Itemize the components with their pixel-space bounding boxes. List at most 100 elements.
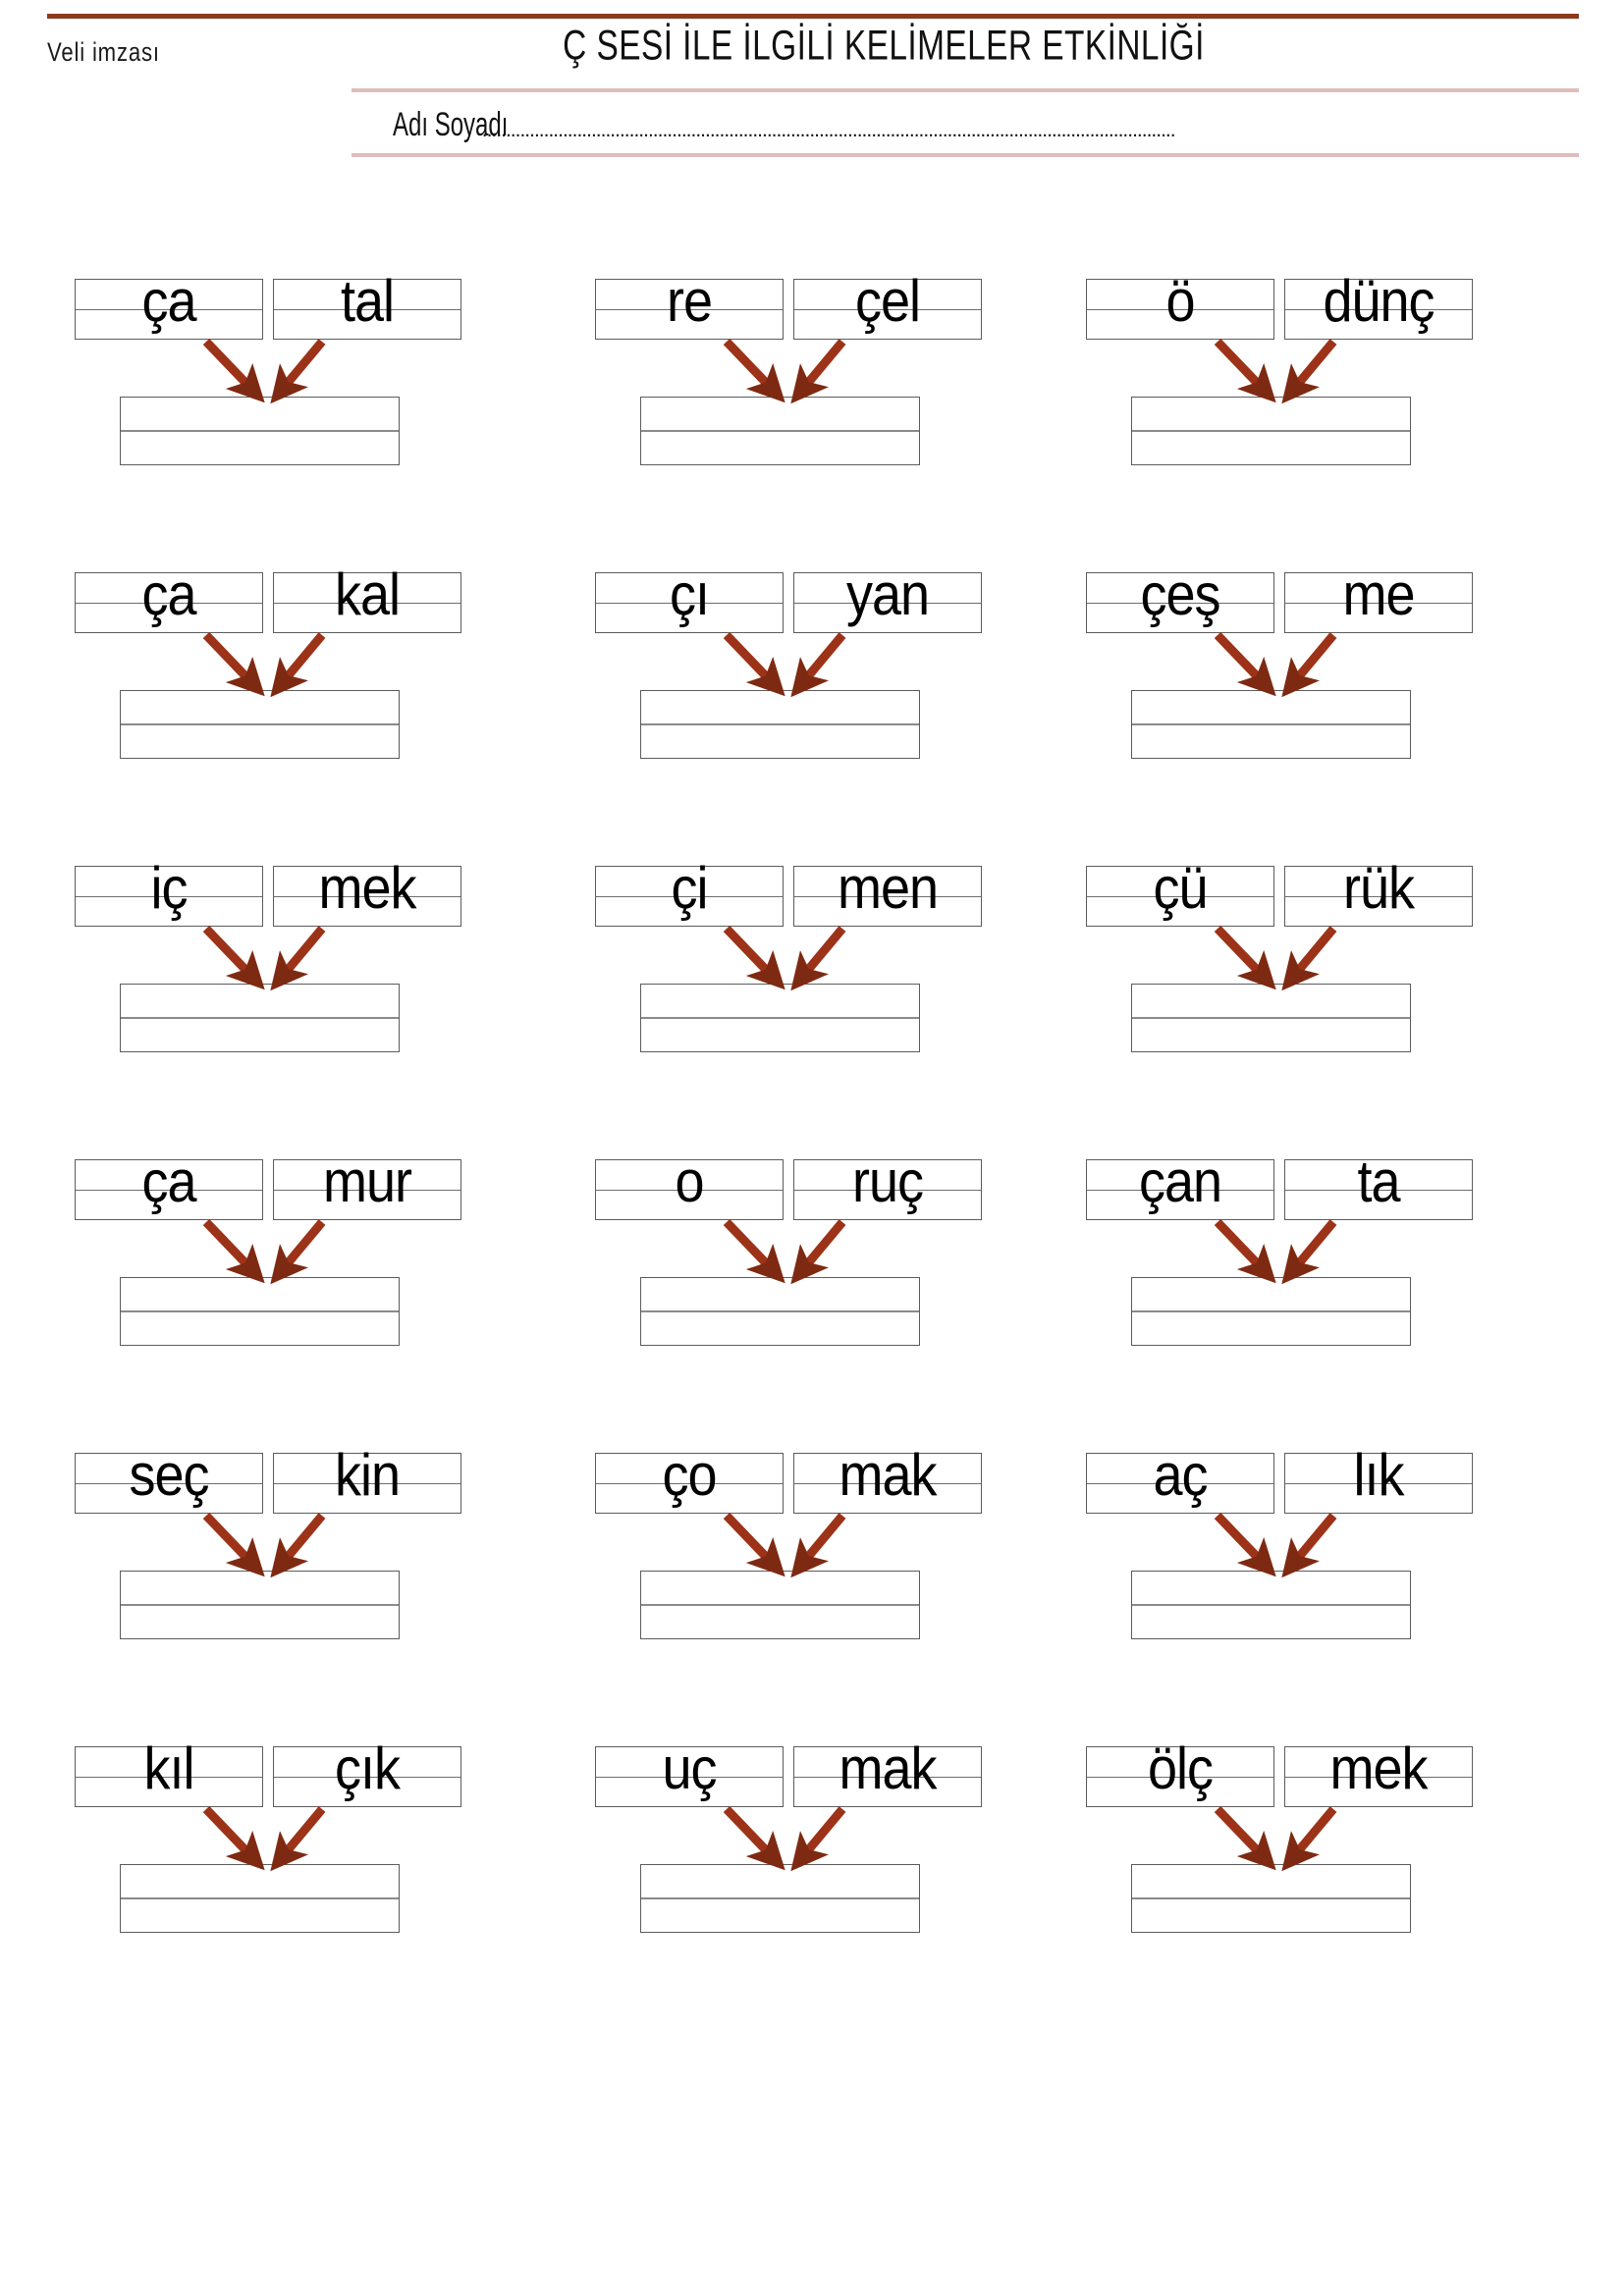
ruled-midline — [274, 896, 460, 897]
arrow-right — [790, 1219, 846, 1285]
syllable-exercise: ö dünç — [1070, 179, 1561, 465]
ruled-midline — [1285, 1190, 1472, 1191]
syllable-text-right: tal — [340, 268, 395, 335]
arrow-left — [1214, 631, 1276, 697]
answer-box[interactable] — [1131, 397, 1411, 465]
syllable-text-right: ta — [1357, 1148, 1400, 1215]
exercise-row: seç kin ço mak aç lık — [0, 1353, 1624, 1646]
arrow-right — [270, 339, 326, 404]
answer-box[interactable] — [1131, 690, 1411, 759]
arrow-right — [1281, 632, 1337, 698]
syllable-box-left: çü — [1086, 859, 1274, 927]
syllable-box-right: ruç — [793, 1152, 982, 1220]
arrow-left — [202, 631, 265, 697]
ruled-midline — [794, 1483, 981, 1484]
syllable-box-left: çan — [1086, 1152, 1274, 1220]
syllable-box-left: ça — [75, 565, 263, 633]
syllable-text-right: men — [837, 855, 939, 922]
student-name-field[interactable]: ........................................… — [482, 119, 1581, 144]
syllable-text-left: o — [675, 1148, 704, 1215]
ruled-midline — [1087, 896, 1273, 897]
syllable-box-right: kal — [273, 565, 461, 633]
answer-box[interactable] — [1131, 1864, 1411, 1933]
answer-box[interactable] — [640, 984, 920, 1052]
syllable-text-right: kal — [334, 561, 401, 628]
parent-signature-label: Veli imzası — [47, 37, 160, 67]
ruled-midline — [121, 1017, 399, 1019]
syllable-box-left: seç — [75, 1446, 263, 1514]
syllable-exercise: uç mak — [579, 1646, 1070, 1933]
ruled-midline — [274, 1483, 460, 1484]
arrow-right — [1281, 1219, 1337, 1285]
syllable-text-right: yan — [845, 561, 930, 628]
ruled-midline — [1132, 1017, 1410, 1019]
ruled-midline — [121, 1604, 399, 1606]
ruled-midline — [76, 896, 262, 897]
syllable-box-left: uç — [595, 1739, 784, 1807]
ruled-midline — [76, 1777, 262, 1778]
syllable-box-right: kin — [273, 1446, 461, 1514]
ruled-midline — [1087, 1777, 1273, 1778]
answer-box[interactable] — [1131, 1277, 1411, 1346]
syllable-exercise: seç kin — [59, 1353, 550, 1639]
arrow-left — [202, 1218, 265, 1284]
ruled-midline — [76, 309, 262, 310]
ruled-midline — [76, 603, 262, 604]
arrow-right — [270, 1806, 326, 1872]
ruled-midline — [641, 430, 919, 432]
answer-box[interactable] — [120, 1277, 400, 1346]
arrow-right — [790, 339, 846, 404]
syllable-text-left: ça — [141, 1148, 196, 1215]
ruled-midline — [596, 603, 783, 604]
title-underline — [352, 88, 1579, 92]
syllable-text-right: çel — [854, 268, 921, 335]
syllable-box-right: mur — [273, 1152, 461, 1220]
syllable-text-left: çı — [669, 561, 710, 628]
ruled-midline — [641, 1310, 919, 1312]
arrow-right — [790, 632, 846, 698]
answer-box[interactable] — [640, 1571, 920, 1639]
ruled-midline — [794, 309, 981, 310]
answer-box[interactable] — [120, 690, 400, 759]
syllable-exercise: ça kal — [59, 472, 550, 759]
syllable-box-right: yan — [793, 565, 982, 633]
arrow-left — [723, 1805, 785, 1871]
answer-box[interactable] — [1131, 984, 1411, 1052]
syllable-exercise: ölç mek — [1070, 1646, 1561, 1933]
exercise-row: kıl çık uç mak ölç mek — [0, 1646, 1624, 1940]
syllable-text-left: çü — [1153, 855, 1208, 922]
syllable-box-left: re — [595, 272, 784, 340]
answer-box[interactable] — [120, 1864, 400, 1933]
ruled-midline — [596, 1190, 783, 1191]
student-name-label: Adı Soyadı — [393, 105, 509, 143]
ruled-midline — [121, 723, 399, 725]
syllable-text-right: mur — [323, 1148, 412, 1215]
ruled-midline — [1087, 1483, 1273, 1484]
syllable-box-right: mek — [1284, 1739, 1473, 1807]
answer-box[interactable] — [640, 690, 920, 759]
answer-box[interactable] — [1131, 1571, 1411, 1639]
arrow-left — [723, 925, 785, 990]
syllable-box-left: ça — [75, 1152, 263, 1220]
arrow-right — [1281, 1513, 1337, 1578]
answer-box[interactable] — [640, 1864, 920, 1933]
answer-box[interactable] — [120, 397, 400, 465]
answer-box[interactable] — [640, 1277, 920, 1346]
ruled-midline — [1285, 1483, 1472, 1484]
arrow-right — [1281, 339, 1337, 404]
answer-box[interactable] — [120, 984, 400, 1052]
syllable-exercise: ça mur — [59, 1059, 550, 1346]
syllable-box-right: rük — [1284, 859, 1473, 927]
answer-box[interactable] — [640, 397, 920, 465]
syllable-box-right: mak — [793, 1739, 982, 1807]
ruled-midline — [274, 1777, 460, 1778]
syllable-box-right: ta — [1284, 1152, 1473, 1220]
answer-box[interactable] — [120, 1571, 400, 1639]
exercise-row: iç mek çi men çü rük — [0, 766, 1624, 1059]
syllable-box-left: çi — [595, 859, 784, 927]
syllable-text-right: çık — [334, 1735, 401, 1802]
syllable-box-right: me — [1284, 565, 1473, 633]
ruled-midline — [274, 309, 460, 310]
syllable-box-left: ö — [1086, 272, 1274, 340]
syllable-exercise: kıl çık — [59, 1646, 550, 1933]
